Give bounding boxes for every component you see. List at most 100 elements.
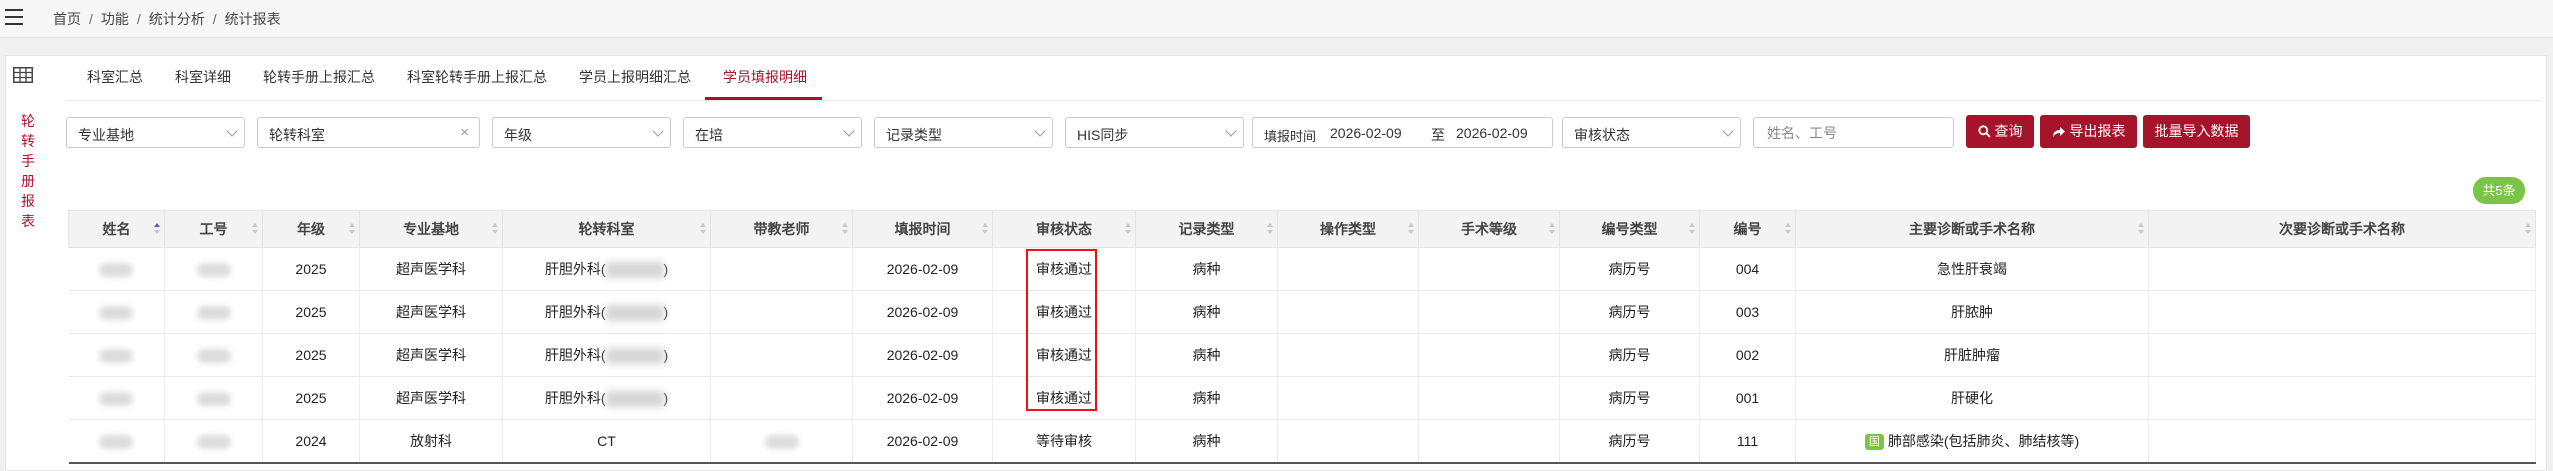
cell-base: 放射科: [359, 419, 503, 464]
sort-icon[interactable]: [349, 223, 355, 235]
redacted-name: [99, 435, 134, 450]
header-secondary-diagnosis[interactable]: 次要诊断或手术名称: [2148, 210, 2536, 248]
grade-select[interactable]: 年级: [492, 117, 671, 148]
sort-icon[interactable]: [1408, 223, 1414, 235]
cell-id-type: 病历号: [1559, 247, 1700, 291]
cell-record-type: 病种: [1135, 376, 1278, 420]
cell-record-type: 病种: [1135, 247, 1278, 291]
sort-icon[interactable]: [252, 223, 258, 235]
header-base[interactable]: 专业基地: [359, 210, 503, 248]
tab-dept-rotation-handbook-summary[interactable]: 科室轮转手册上报汇总: [407, 67, 547, 87]
cell-review-status: 审核通过: [992, 376, 1136, 420]
sort-icon[interactable]: [2525, 223, 2531, 235]
breadcrumb-home[interactable]: 首页: [53, 11, 81, 27]
his-sync-select[interactable]: HIS同步: [1065, 117, 1244, 148]
header-id-number[interactable]: 编号: [1699, 210, 1796, 248]
table-row[interactable]: 2025 超声医学科 肝胆外科() 2026-02-09 审核通过 病种 病历号…: [68, 247, 2536, 291]
menu-icon[interactable]: [5, 9, 23, 25]
chevron-down-icon: [226, 125, 238, 137]
tab-student-report-summary[interactable]: 学员上报明细汇总: [579, 67, 691, 87]
sidebar-report-title: 轮转手册报表: [21, 113, 35, 229]
cell-dept: 肝胆外科(): [502, 247, 711, 291]
name-search-field[interactable]: [1753, 117, 1954, 148]
cell-base: 超声医学科: [359, 247, 503, 291]
header-staff-id[interactable]: 工号: [164, 210, 263, 248]
sort-icon[interactable]: [1125, 223, 1131, 235]
sort-icon[interactable]: [982, 223, 988, 235]
name-search-input[interactable]: [1765, 124, 1949, 142]
date-to-value[interactable]: 2026-02-09: [1456, 125, 1528, 141]
table-grid-icon[interactable]: [13, 67, 33, 83]
breadcrumb-function[interactable]: 功能: [101, 11, 129, 27]
header-id-type[interactable]: 编号类型: [1559, 210, 1700, 248]
cell-review-status: 审核通过: [992, 247, 1136, 291]
cell-teacher: [710, 419, 853, 464]
sort-icon[interactable]: [1549, 223, 1555, 235]
table-row[interactable]: 2025 超声医学科 肝胆外科() 2026-02-09 审核通过 病种 病历号…: [68, 333, 2536, 377]
date-from-value[interactable]: 2026-02-09: [1330, 125, 1402, 141]
cell-operation-type: [1277, 376, 1419, 420]
header-review-status[interactable]: 审核状态: [992, 210, 1136, 248]
header-teacher[interactable]: 带教老师: [710, 210, 853, 248]
cell-id-number: 001: [1699, 376, 1796, 420]
header-grade[interactable]: 年级: [262, 210, 360, 248]
tab-dept-detail[interactable]: 科室详细: [175, 67, 231, 87]
sort-icon[interactable]: [492, 223, 498, 235]
review-status-select[interactable]: 审核状态: [1562, 117, 1741, 148]
header-primary-diagnosis[interactable]: 主要诊断或手术名称: [1795, 210, 2149, 248]
sort-icon[interactable]: [1689, 223, 1695, 235]
table-row[interactable]: 2025 超声医学科 肝胆外科() 2026-02-09 审核通过 病种 病历号…: [68, 376, 2536, 420]
cell-secondary-diagnosis: [2148, 419, 2536, 464]
query-button[interactable]: 查询: [1966, 115, 2034, 148]
batch-import-button[interactable]: 批量导入数据: [2143, 115, 2250, 148]
cell-name: [68, 333, 165, 377]
redacted-name: [99, 263, 134, 278]
redacted-staff-id: [196, 306, 231, 321]
cell-review-status: 审核通过: [992, 290, 1136, 334]
cell-id-type: 病历号: [1559, 376, 1700, 420]
cell-dept: 肝胆外科(): [502, 333, 711, 377]
redacted-teacher: [764, 435, 799, 450]
sort-icon[interactable]: [1785, 223, 1791, 235]
export-report-button[interactable]: 导出报表: [2040, 115, 2137, 148]
cell-grade: 2024: [262, 419, 360, 464]
cell-name: [68, 247, 165, 291]
tab-student-fill-detail[interactable]: 学员填报明细: [723, 67, 807, 87]
chevron-down-icon: [1722, 125, 1734, 137]
tab-rotation-handbook-summary[interactable]: 轮转手册上报汇总: [263, 67, 375, 87]
cell-staff-id: [164, 376, 263, 420]
redacted-staff-id: [196, 349, 231, 364]
table-row[interactable]: 2025 超声医学科 肝胆外科() 2026-02-09 审核通过 病种 病历号…: [68, 290, 2536, 334]
record-type-select[interactable]: 记录类型: [874, 117, 1053, 148]
header-fill-time[interactable]: 填报时间: [852, 210, 993, 248]
sort-icon[interactable]: [700, 223, 706, 235]
dept-select[interactable]: 轮转科室 ×: [257, 117, 480, 148]
training-status-select[interactable]: 在培: [683, 117, 862, 148]
sort-icon[interactable]: [842, 223, 848, 235]
cell-surgery-level: [1418, 247, 1560, 291]
cell-fill-time: 2026-02-09: [852, 419, 993, 464]
cell-id-number: 111: [1699, 419, 1796, 464]
base-select[interactable]: 专业基地: [66, 117, 245, 148]
cell-dept: CT: [502, 419, 711, 464]
sort-icon[interactable]: [1267, 223, 1273, 235]
cell-grade: 2025: [262, 290, 360, 334]
cell-dept: 肝胆外科(): [502, 290, 711, 334]
header-record-type[interactable]: 记录类型: [1135, 210, 1278, 248]
header-name[interactable]: 姓名: [68, 210, 165, 248]
cell-teacher: [710, 333, 853, 377]
breadcrumb-statistics[interactable]: 统计分析: [149, 11, 205, 27]
header-surgery-level[interactable]: 手术等级: [1418, 210, 1560, 248]
national-tag-badge: 国: [1864, 434, 1884, 450]
date-range-field[interactable]: 填报时间 2026-02-09 至 2026-02-09: [1252, 117, 1553, 148]
sort-icon[interactable]: [2138, 223, 2144, 235]
header-dept[interactable]: 轮转科室: [502, 210, 711, 248]
cell-surgery-level: [1418, 419, 1560, 464]
header-operation-type[interactable]: 操作类型: [1277, 210, 1419, 248]
clear-icon[interactable]: ×: [460, 124, 469, 141]
sort-icon[interactable]: [154, 223, 160, 235]
cell-operation-type: [1277, 419, 1419, 464]
table-row[interactable]: 2024 放射科 CT 2026-02-09 等待审核 病种 病历号 111 国…: [68, 419, 2536, 464]
tab-dept-summary[interactable]: 科室汇总: [87, 67, 143, 87]
cell-staff-id: [164, 290, 263, 334]
